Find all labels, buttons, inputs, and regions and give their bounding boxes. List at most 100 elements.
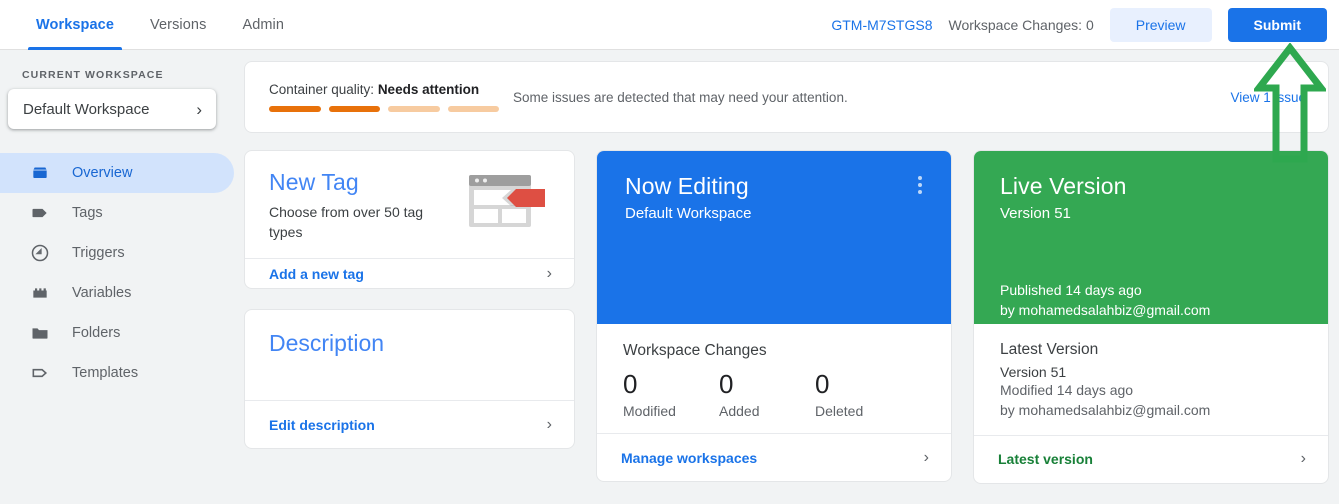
sidebar-item-templates[interactable]: Templates — [0, 353, 234, 393]
quality-title: Container quality: Needs attention — [269, 82, 499, 97]
now-editing-card: Now Editing Default Workspace Workspace … — [596, 150, 952, 482]
quality-summary: Container quality: Needs attention — [269, 82, 499, 112]
workspace-selector[interactable]: Default Workspace › — [8, 89, 216, 129]
view-issues-link[interactable]: View 1 issue — [1230, 90, 1306, 105]
tab-admin-label: Admin — [242, 16, 285, 33]
gtm-workspace-page: Workspace Versions Admin GTM-M7STGS8 Wor… — [0, 0, 1339, 504]
sidebar-item-overview[interactable]: Overview — [0, 153, 234, 193]
quality-bar-3 — [388, 106, 440, 112]
sidebar-item-triggers-label: Triggers — [72, 245, 125, 261]
live-version-subtitle: Version 51 — [1000, 205, 1071, 222]
live-version-header: Live Version Version 51 Published 14 day… — [974, 151, 1328, 324]
manage-workspaces-label: Manage workspaces — [621, 449, 758, 466]
sidebar-item-folders-label: Folders — [72, 325, 121, 341]
right-card-column: Live Version Version 51 Published 14 day… — [973, 150, 1329, 484]
sidebar-item-tags[interactable]: Tags — [0, 193, 234, 233]
preview-button[interactable]: Preview — [1109, 7, 1212, 42]
count-modified-value: 0 — [623, 369, 638, 399]
workspace-changes-count: Workspace Changes: 0 — [948, 16, 1094, 33]
workspace-selector-name: Default Workspace — [23, 100, 150, 118]
edit-description-label: Edit description — [269, 416, 375, 433]
count-added-value: 0 — [719, 369, 734, 399]
latest-version-footer[interactable]: Latest version › — [974, 434, 1328, 483]
trigger-icon — [28, 241, 52, 265]
tab-versions[interactable]: Versions — [132, 0, 224, 50]
tab-admin[interactable]: Admin — [224, 0, 302, 50]
quality-bar-1 — [269, 106, 321, 112]
current-workspace-label: CURRENT WORKSPACE — [22, 69, 164, 81]
latest-version-label: Latest version — [998, 451, 1093, 468]
latest-version-body: Latest Version Version 51 Modified 14 da… — [974, 324, 1328, 435]
latest-version-modified: Modified 14 days ago — [1000, 382, 1134, 398]
chevron-right-icon: › — [196, 99, 202, 119]
overview-icon — [28, 161, 52, 185]
workspace-changes-body: Workspace Changes 0 Modified 0 Added 0 D… — [597, 324, 951, 433]
middle-card-column: Now Editing Default Workspace Workspace … — [596, 150, 952, 484]
header-actions: GTM-M7STGS8 Workspace Changes: 0 Preview… — [831, 7, 1339, 42]
tag-icon — [28, 201, 52, 225]
tab-workspace[interactable]: Workspace — [18, 0, 132, 50]
workspace-changes-title: Workspace Changes — [623, 342, 767, 359]
new-tag-subtitle: Choose from over 50 tag types — [269, 204, 424, 240]
now-editing-title: Now Editing — [625, 173, 749, 199]
template-icon — [28, 361, 52, 385]
chevron-right-icon: › — [1300, 450, 1306, 468]
sidebar-item-variables[interactable]: Variables — [0, 273, 234, 313]
quality-bar-4 — [447, 106, 499, 112]
add-new-tag-footer[interactable]: Add a new tag › — [245, 258, 574, 288]
sidebar-nav-list: Overview Tags Triggers Variables Folders… — [0, 153, 234, 393]
count-modified: 0 Modified — [623, 369, 719, 419]
live-version-published-by: by mohamedsalahbiz@gmail.com — [1000, 302, 1211, 319]
quality-message: Some issues are detected that may need y… — [513, 89, 848, 105]
live-version-card: Live Version Version 51 Published 14 day… — [973, 150, 1329, 484]
sidebar-item-triggers[interactable]: Triggers — [0, 233, 234, 273]
cards-grid: New Tag Choose from over 50 tag types Ad… — [244, 150, 1329, 484]
description-title: Description — [269, 330, 385, 356]
container-id-link[interactable]: GTM-M7STGS8 — [831, 17, 932, 33]
latest-version-number: Version 51 — [1000, 364, 1067, 380]
latest-version-title: Latest Version — [1000, 341, 1099, 358]
count-deleted-value: 0 — [815, 369, 830, 399]
left-sidebar: CURRENT WORKSPACE Default Workspace › Ov… — [0, 51, 234, 504]
manage-workspaces-footer[interactable]: Manage workspaces › — [597, 433, 951, 481]
quality-title-prefix: Container quality: — [269, 82, 378, 97]
count-deleted-label: Deleted — [815, 403, 864, 419]
new-tag-card: New Tag Choose from over 50 tag types Ad… — [244, 150, 575, 289]
tab-workspace-label: Workspace — [36, 16, 115, 33]
variable-icon — [28, 281, 52, 305]
count-added: 0 Added — [719, 369, 815, 419]
left-card-column: New Tag Choose from over 50 tag types Ad… — [244, 150, 575, 484]
submit-button[interactable]: Submit — [1227, 7, 1327, 42]
live-version-title: Live Version — [1000, 173, 1127, 199]
quality-bars — [269, 106, 499, 112]
sidebar-item-tags-label: Tags — [72, 205, 103, 221]
container-quality-banner: Container quality: Needs attention Some … — [244, 61, 1329, 133]
live-version-published: Published 14 days ago — [1000, 282, 1142, 298]
sidebar-item-folders[interactable]: Folders — [0, 313, 234, 353]
browser-tag-illustration-icon — [469, 173, 554, 233]
workspace-change-counts: 0 Modified 0 Added 0 Deleted — [623, 369, 927, 419]
folder-icon — [28, 321, 52, 345]
latest-version-by: by mohamedsalahbiz@gmail.com — [1000, 402, 1211, 419]
top-header: Workspace Versions Admin GTM-M7STGS8 Wor… — [0, 0, 1339, 50]
chevron-right-icon: › — [923, 448, 929, 466]
add-new-tag-label: Add a new tag — [269, 265, 364, 282]
sidebar-item-variables-label: Variables — [72, 285, 132, 301]
kebab-menu-icon[interactable] — [909, 173, 931, 197]
quality-status: Needs attention — [377, 82, 480, 97]
chevron-right-icon: › — [546, 415, 552, 433]
main-nav-tabs: Workspace Versions Admin — [18, 0, 302, 50]
new-tag-body: New Tag Choose from over 50 tag types — [245, 151, 574, 258]
count-deleted: 0 Deleted — [815, 369, 911, 419]
description-card: Description Edit description › — [244, 309, 575, 449]
edit-description-footer[interactable]: Edit description › — [245, 400, 574, 448]
now-editing-header: Now Editing Default Workspace — [597, 151, 951, 324]
main-content: Container quality: Needs attention Some … — [234, 51, 1339, 504]
quality-bar-2 — [328, 106, 380, 112]
count-modified-label: Modified — [623, 403, 676, 419]
now-editing-subtitle: Default Workspace — [625, 205, 752, 222]
sidebar-item-overview-label: Overview — [72, 165, 133, 181]
chevron-right-icon: › — [546, 264, 552, 282]
description-body: Description — [245, 310, 574, 400]
count-added-label: Added — [719, 403, 760, 419]
